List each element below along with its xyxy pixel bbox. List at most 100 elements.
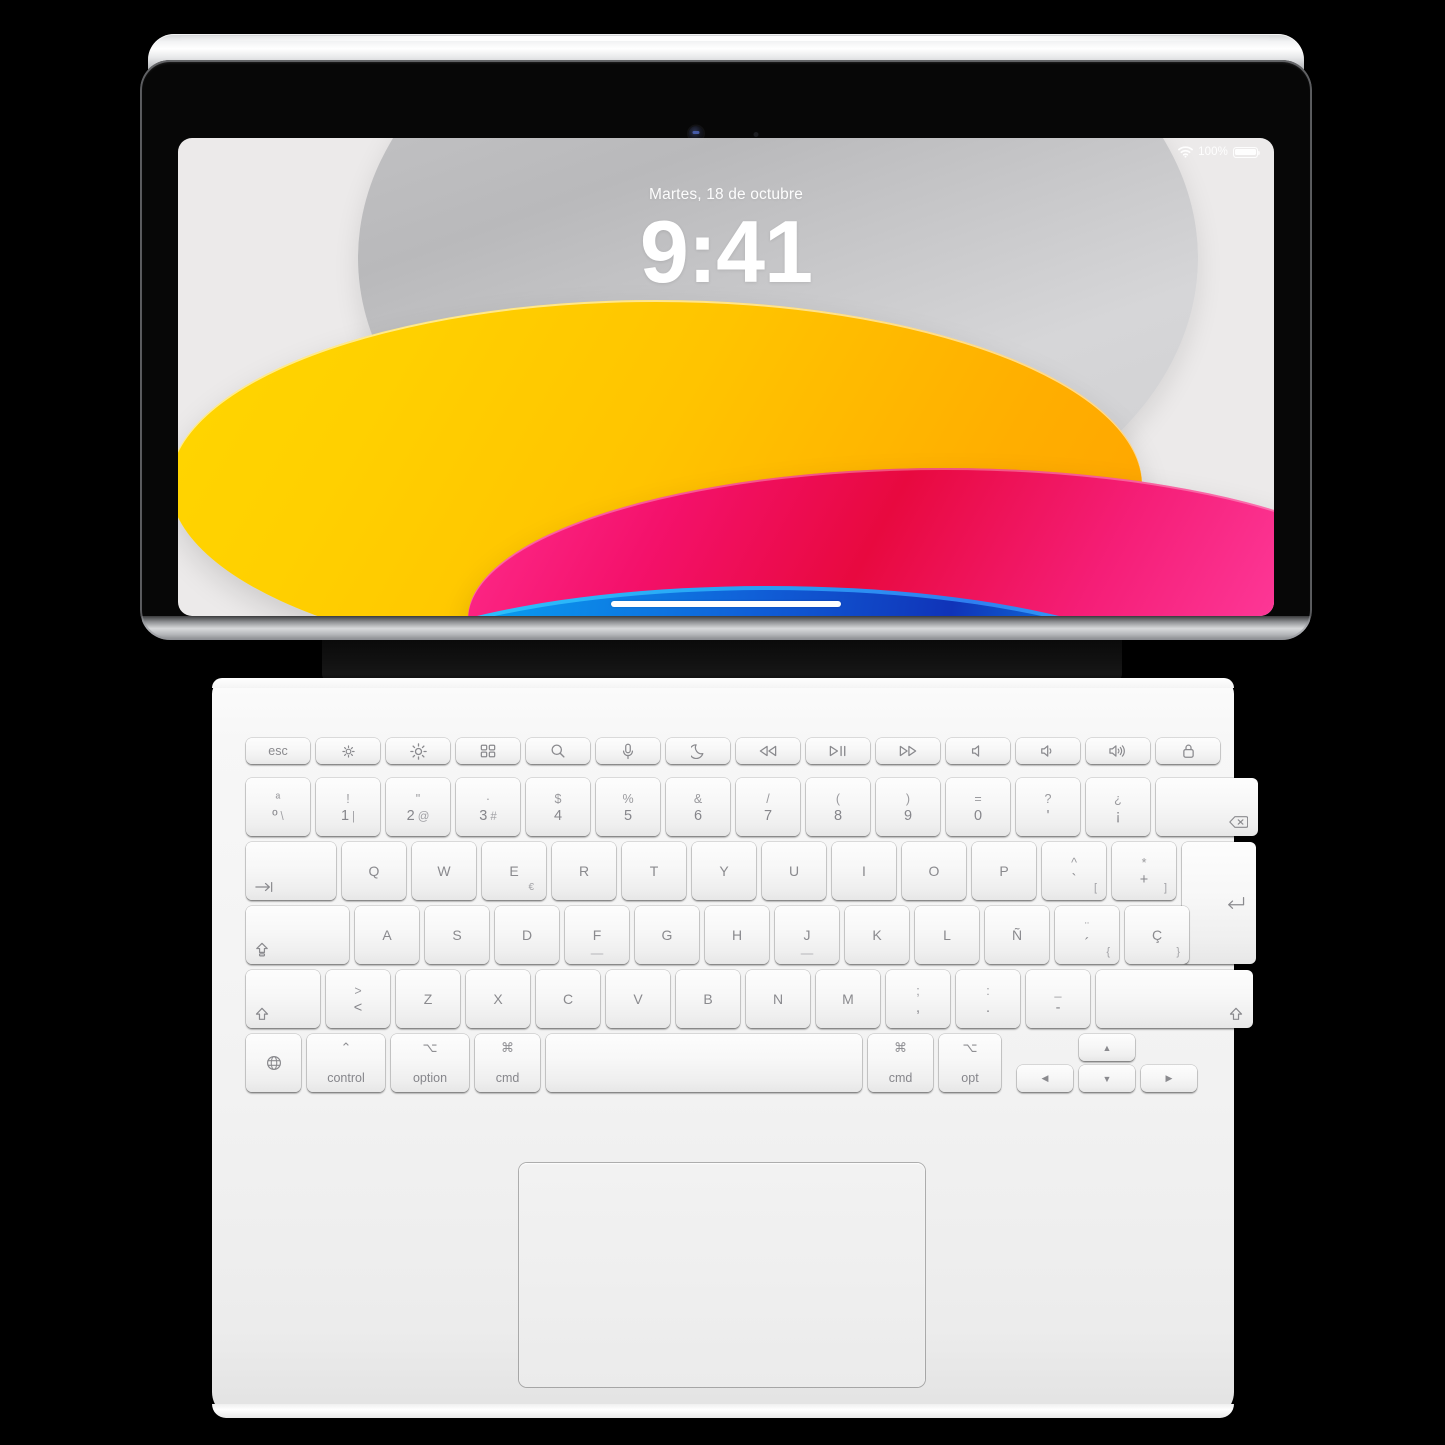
key-c[interactable]: C <box>536 970 600 1028</box>
key-arrow-up[interactable]: ▲ <box>1079 1034 1135 1061</box>
key-esc[interactable]: esc <box>246 738 310 764</box>
key-0[interactable]: = 0 <box>946 778 1010 836</box>
lock-icon <box>1182 743 1195 759</box>
key-return[interactable] <box>1182 842 1256 964</box>
key-caps-lock[interactable] <box>246 906 349 964</box>
key-j[interactable]: J <box>775 906 839 964</box>
return-icon <box>1226 896 1245 910</box>
wifi-icon <box>1178 146 1193 158</box>
key-dictation[interactable] <box>596 738 660 764</box>
key-m[interactable]: M <box>816 970 880 1028</box>
key-t[interactable]: T <box>622 842 686 900</box>
key-volume-down[interactable] <box>1016 738 1080 764</box>
key-inverted[interactable]: ¿ ¡ <box>1086 778 1150 836</box>
key-z[interactable]: Z <box>396 970 460 1028</box>
euro-legend: € <box>528 882 534 893</box>
tab-icon <box>255 881 274 893</box>
key-1[interactable]: ! 1 | <box>316 778 380 836</box>
key-rewind[interactable] <box>736 738 800 764</box>
lock-screen-time: 9:41 <box>639 202 813 301</box>
shift-icon <box>1229 1007 1243 1021</box>
key-i[interactable]: I <box>832 842 896 900</box>
key-r[interactable]: R <box>552 842 616 900</box>
shift-icon <box>255 1007 269 1021</box>
key-comma[interactable]: ; , <box>886 970 950 1028</box>
key-9[interactable]: ) 9 <box>876 778 940 836</box>
key-5[interactable]: % 5 <box>596 778 660 836</box>
key-a[interactable]: A <box>355 906 419 964</box>
key-tab[interactable] <box>246 842 336 900</box>
key-cmd-left[interactable]: ⌘ cmd <box>475 1034 540 1092</box>
lock-screen-date: Martes, 18 de octubre <box>649 186 803 203</box>
device-edge-highlight <box>180 36 1270 41</box>
key-x[interactable]: X <box>466 970 530 1028</box>
key-shift-left[interactable] <box>246 970 320 1028</box>
key-b[interactable]: B <box>676 970 740 1028</box>
keyboard-bottom-lip <box>212 1404 1234 1418</box>
ipad-screen[interactable]: 100% Martes, 18 de octubre 9:41 <box>178 138 1274 616</box>
key-w[interactable]: W <box>412 842 476 900</box>
key-enye[interactable]: Ñ <box>985 906 1049 964</box>
key-control[interactable]: ⌃ control <box>307 1034 385 1092</box>
search-icon <box>550 743 566 759</box>
key-cmd-right[interactable]: ⌘ cmd <box>868 1034 933 1092</box>
key-angle-brackets[interactable]: > < <box>326 970 390 1028</box>
key-option-right[interactable]: ⌥ opt <box>939 1034 1001 1092</box>
key-search[interactable] <box>526 738 590 764</box>
key-h[interactable]: H <box>705 906 769 964</box>
key-6[interactable]: & 6 <box>666 778 730 836</box>
key-3[interactable]: · 3 # <box>456 778 520 836</box>
key-7[interactable]: / 7 <box>736 778 800 836</box>
delete-icon <box>1229 815 1248 829</box>
keyboard-bottom-letter-row: > < Z X C V B N M ; , : . _ - <box>246 970 1253 1028</box>
key-y[interactable]: Y <box>692 842 756 900</box>
key-period[interactable]: : . <box>956 970 1020 1028</box>
key-ordinal[interactable]: ª º \ <box>246 778 310 836</box>
key-l[interactable]: L <box>915 906 979 964</box>
key-hyphen[interactable]: _ - <box>1026 970 1090 1028</box>
caps-lock-icon <box>255 942 269 957</box>
key-mute[interactable] <box>946 738 1010 764</box>
home-indicator[interactable] <box>611 601 841 607</box>
device-bottom-chin <box>142 616 1310 640</box>
key-play-pause[interactable] <box>806 738 870 764</box>
key-e[interactable]: E € <box>482 842 546 900</box>
battery-percent-label: 100% <box>1198 146 1228 158</box>
key-lock[interactable] <box>1156 738 1220 764</box>
key-delete[interactable] <box>1156 778 1258 836</box>
fast-forward-icon <box>898 745 918 757</box>
key-diaeresis[interactable]: ¨ ´ { <box>1055 906 1119 964</box>
key-shift-right[interactable] <box>1096 970 1253 1028</box>
key-s[interactable]: S <box>425 906 489 964</box>
key-question[interactable]: ? ' <box>1016 778 1080 836</box>
key-volume-up[interactable] <box>1086 738 1150 764</box>
key-home-grid[interactable] <box>456 738 520 764</box>
key-arrow-left[interactable]: ◀ <box>1017 1065 1073 1092</box>
key-f[interactable]: F <box>565 906 629 964</box>
key-arrow-right[interactable]: ▶ <box>1141 1065 1197 1092</box>
key-u[interactable]: U <box>762 842 826 900</box>
key-k[interactable]: K <box>845 906 909 964</box>
key-plus[interactable]: * + ] <box>1112 842 1176 900</box>
key-circumflex[interactable]: ^ ` [ <box>1042 842 1106 900</box>
key-brightness-up[interactable] <box>386 738 450 764</box>
key-globe[interactable] <box>246 1034 301 1092</box>
key-n[interactable]: N <box>746 970 810 1028</box>
key-d[interactable]: D <box>495 906 559 964</box>
trackpad[interactable] <box>519 1163 925 1387</box>
key-g[interactable]: G <box>635 906 699 964</box>
key-arrow-down[interactable]: ▼ <box>1079 1065 1135 1092</box>
key-p[interactable]: P <box>972 842 1036 900</box>
key-v[interactable]: V <box>606 970 670 1028</box>
key-2[interactable]: " 2 @ <box>386 778 450 836</box>
key-brightness-down[interactable] <box>316 738 380 764</box>
key-4[interactable]: $ 4 <box>526 778 590 836</box>
key-cedilla[interactable]: Ç } <box>1125 906 1189 964</box>
key-do-not-disturb[interactable] <box>666 738 730 764</box>
key-o[interactable]: O <box>902 842 966 900</box>
key-space[interactable] <box>546 1034 862 1092</box>
key-option-left[interactable]: ⌥ option <box>391 1034 469 1092</box>
key-8[interactable]: ( 8 <box>806 778 870 836</box>
key-q[interactable]: Q <box>342 842 406 900</box>
key-fast-forward[interactable] <box>876 738 940 764</box>
